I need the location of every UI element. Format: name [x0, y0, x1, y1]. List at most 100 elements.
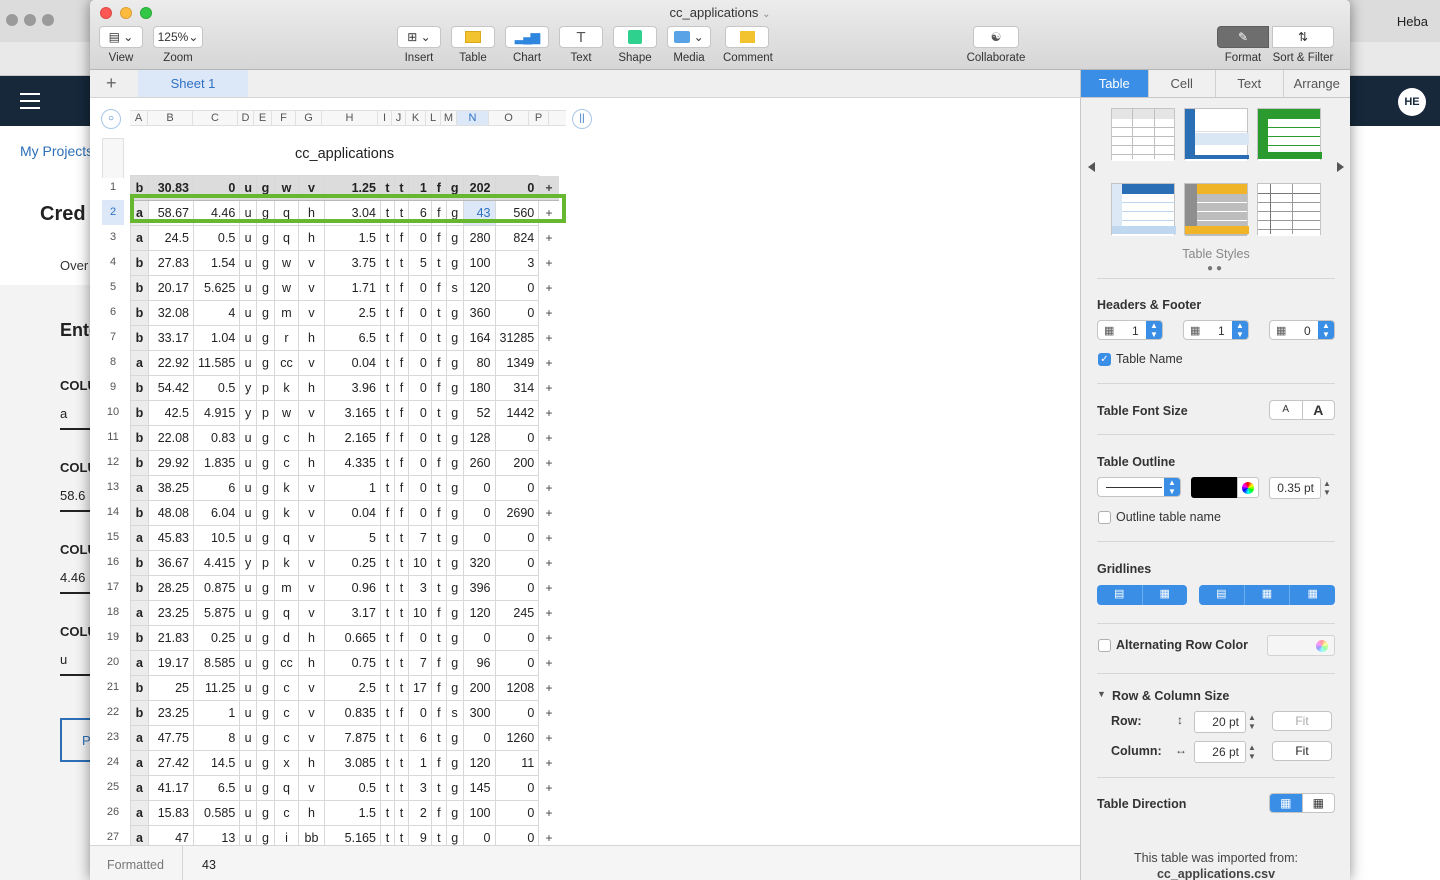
table-cell[interactable]: f [430, 800, 447, 826]
table-cell[interactable]: g [255, 700, 275, 726]
table-cell[interactable]: t [430, 775, 447, 801]
table-cell[interactable]: 145 [462, 775, 496, 801]
table-cell[interactable]: g [255, 725, 275, 751]
table-cell[interactable]: w [273, 250, 299, 276]
table-cell[interactable]: v [297, 500, 325, 526]
table-cell[interactable]: 0.5 [323, 775, 381, 801]
table-cell[interactable]: 128 [462, 425, 496, 451]
table-cell[interactable]: x [273, 750, 299, 776]
table-cell[interactable]: 1 [192, 700, 241, 726]
table-cell[interactable]: 27.83 [148, 250, 194, 276]
table-cell[interactable]: u [239, 300, 257, 326]
table-cell[interactable]: q [273, 600, 299, 626]
table-cell[interactable]: v [297, 350, 325, 376]
table-cell[interactable]: 2690 [494, 500, 540, 526]
header-column-cell[interactable]: a [130, 800, 149, 826]
table-cell[interactable]: 1.71 [323, 275, 381, 301]
table-cell[interactable]: 33.17 [148, 325, 194, 351]
table-cell[interactable]: g [255, 350, 275, 376]
table-cell[interactable]: 45.83 [148, 525, 194, 551]
table-cell[interactable]: 6 [192, 475, 241, 501]
table-cell[interactable]: t [379, 450, 395, 476]
table-cell[interactable]: v [297, 275, 325, 301]
table-cell[interactable]: 0 [494, 650, 540, 676]
table-cell[interactable]: u [239, 625, 257, 651]
table-cell[interactable]: f [393, 325, 409, 351]
disclosure-triangle-icon[interactable]: ▼ [1097, 689, 1106, 699]
table-cell[interactable]: f [393, 375, 409, 401]
table-cell[interactable]: t [393, 800, 409, 826]
table-cell[interactable]: v [297, 250, 325, 276]
table-cell[interactable]: 0.83 [192, 425, 241, 451]
table-cell[interactable]: g [445, 375, 464, 401]
table-cell[interactable]: c [273, 700, 299, 726]
add-column-button[interactable]: + [538, 300, 559, 326]
table-cell[interactable]: 0.875 [192, 575, 241, 601]
table-cell[interactable]: g [445, 600, 464, 626]
table-cell[interactable]: 6 [407, 725, 432, 751]
table-cell[interactable]: c [273, 450, 299, 476]
table-cell[interactable]: u [239, 825, 257, 845]
table-cell[interactable]: p [255, 375, 275, 401]
table-cell[interactable]: 3 [494, 250, 540, 276]
table-cell[interactable]: 280 [462, 225, 496, 251]
tab-table[interactable]: Table [1081, 70, 1149, 97]
table-cell[interactable]: m [273, 300, 299, 326]
table-style-3[interactable] [1257, 108, 1322, 161]
table-cell[interactable]: 0 [407, 225, 432, 251]
column-value[interactable]: u [60, 652, 67, 667]
row-number[interactable]: 18 [102, 600, 124, 625]
left-to-right-icon[interactable]: ▦ [1270, 794, 1303, 812]
decrease-font-button[interactable]: A [1270, 401, 1303, 419]
table-cell[interactable]: 20.17 [148, 275, 194, 301]
table-cell[interactable]: f [430, 350, 447, 376]
shape-button[interactable]: Shape [613, 26, 657, 64]
table-cell[interactable]: t [379, 700, 395, 726]
table-cell[interactable]: y [239, 550, 257, 576]
table-style-6[interactable] [1257, 183, 1321, 236]
table-cell[interactable]: h [297, 800, 325, 826]
table-cell[interactable]: t [430, 325, 447, 351]
table-cell[interactable]: t [393, 750, 409, 776]
row-number[interactable]: 4 [102, 250, 124, 275]
table-cell[interactable]: 1 [407, 750, 432, 776]
table-cell[interactable]: p [255, 550, 275, 576]
table-cell[interactable]: f [430, 650, 447, 676]
table-cell[interactable]: 54.42 [148, 375, 194, 401]
table-cell[interactable]: h [297, 650, 325, 676]
table-cell[interactable]: u [239, 700, 257, 726]
table-cell[interactable]: 3.085 [323, 750, 381, 776]
row-height-field[interactable]: 20 pt [1194, 711, 1246, 733]
table-cell[interactable]: g [445, 475, 464, 501]
chevron-left-icon[interactable] [1088, 162, 1095, 172]
table-cell[interactable]: 27.42 [148, 750, 194, 776]
header-column-cell[interactable]: b [130, 300, 149, 326]
header-column-cell[interactable]: a [130, 725, 149, 751]
row-number[interactable]: 19 [102, 625, 124, 650]
browser-user-name[interactable]: Heba [1397, 14, 1428, 29]
table-cell[interactable]: 38.25 [148, 475, 194, 501]
table-cell[interactable]: t [379, 275, 395, 301]
row-number[interactable]: 9 [102, 375, 124, 400]
table-cell[interactable]: 5.625 [192, 275, 241, 301]
table-cell[interactable]: 3 [407, 775, 432, 801]
table-style-5[interactable] [1184, 183, 1249, 236]
header-columns-stepper[interactable]: ▦ 1 ▲ ▼ [1183, 320, 1249, 340]
header-column-cell[interactable]: b [130, 625, 149, 651]
table-cell[interactable]: 14.5 [192, 750, 241, 776]
table-cell[interactable]: v [297, 550, 325, 576]
table-cell[interactable]: w [273, 400, 299, 426]
table-cell[interactable]: t [430, 825, 447, 845]
table-cell[interactable]: 100 [462, 250, 496, 276]
table-style-4[interactable] [1111, 183, 1176, 236]
table-cell[interactable]: f [430, 675, 447, 701]
table-cell[interactable]: g [445, 400, 464, 426]
table-cell[interactable]: g [255, 650, 275, 676]
table-cell[interactable]: r [273, 325, 299, 351]
table-cell[interactable]: t [379, 675, 395, 701]
table-cell[interactable]: g [255, 250, 275, 276]
table-cell[interactable]: 0.585 [192, 800, 241, 826]
alternating-row-checkbox[interactable] [1098, 639, 1111, 652]
table-cell[interactable]: v [297, 475, 325, 501]
column-value[interactable]: a [60, 406, 67, 421]
